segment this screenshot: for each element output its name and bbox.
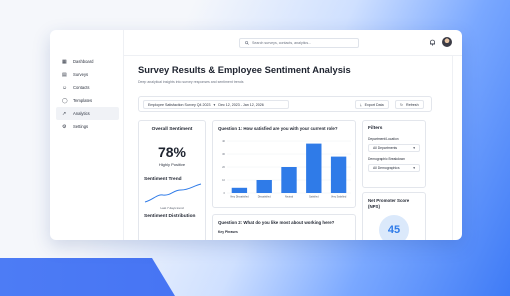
search-icon xyxy=(245,41,249,45)
chevron-down-icon: ▾ xyxy=(413,166,415,170)
survey-date-select[interactable]: Employee Satisfaction Survey Q4 2023 ▾ D… xyxy=(143,100,289,109)
search-input[interactable]: Search surveys, contacts, analytics... xyxy=(239,38,359,48)
x-tick-label: Very Satisfied xyxy=(331,196,347,199)
sentiment-label: Highly Positive xyxy=(158,162,186,167)
sidebar: ▦ Dashboard ▤ Surveys ☺ Contacts ◯ Templates ↗ An… xyxy=(50,30,124,240)
y-tick-label: 10 xyxy=(222,178,225,182)
y-tick-label: 30 xyxy=(222,152,225,156)
overall-sentiment-card: Overall Sentiment 78% Highly Positive Se… xyxy=(138,120,206,240)
question-1-bar-chart: 0 10 20 30 40 Very Dissatisfied Dissatisfied Ne… xyxy=(222,139,351,199)
main-area: Search surveys, contacts, analytics... S… xyxy=(124,30,462,240)
refresh-button[interactable]: ↻ Refresh xyxy=(395,100,424,109)
survey-name: Employee Satisfaction Survey Q4 2023 xyxy=(148,102,211,107)
demographic-value: All Demographics xyxy=(373,166,400,170)
nps-value: 45 xyxy=(387,224,401,236)
sidebar-item-label: Contacts xyxy=(73,85,90,90)
page-subtitle: Deep analytical insights into survey res… xyxy=(138,80,244,84)
question-2-title: Question 2: What do you like most about … xyxy=(218,220,335,225)
export-label: Export Data xyxy=(364,102,384,107)
sidebar-item-templates[interactable]: ◯ Templates xyxy=(56,94,119,107)
page-title: Survey Results & Employee Sentiment Anal… xyxy=(138,64,351,75)
sidebar-item-surveys[interactable]: ▤ Surveys xyxy=(56,68,119,81)
avatar[interactable] xyxy=(442,37,452,47)
y-tick-label: 40 xyxy=(222,139,225,143)
question-2-card: Question 2: What do you like most about … xyxy=(212,214,356,240)
y-tick-label: 0 xyxy=(224,191,226,195)
sidebar-item-dashboard[interactable]: ▦ Dashboard xyxy=(56,55,119,68)
dashboard-icon: ▦ xyxy=(62,58,67,65)
nps-card: Net Promoter Score (NPS) 45 xyxy=(362,192,426,240)
analytics-icon: ↗ xyxy=(62,110,67,117)
question-1-card: Question 1: How satisfied are you with y… xyxy=(212,120,356,208)
nps-title: Net Promoter Score (NPS) xyxy=(368,198,410,209)
y-tick-label: 20 xyxy=(222,165,225,169)
x-tick-label: Satisfied xyxy=(309,196,319,199)
x-tick-label: Dissatisfied xyxy=(258,196,271,199)
search-placeholder: Search surveys, contacts, analytics... xyxy=(252,41,312,45)
chevron-down-icon: ▾ xyxy=(413,146,415,150)
sidebar-item-analytics[interactable]: ↗ Analytics xyxy=(56,107,119,120)
sentiment-distribution-title: Sentiment Distribution xyxy=(144,214,196,219)
download-icon: ⤓ xyxy=(360,102,362,107)
chevron-down-icon: ▾ xyxy=(213,102,216,107)
department-label: Department/Location xyxy=(368,137,399,141)
clipboard-icon: ▤ xyxy=(62,71,67,78)
sidebar-item-label: Dashboard xyxy=(73,59,94,64)
bar[interactable] xyxy=(330,156,347,193)
sidebar-item-label: Settings xyxy=(73,124,89,129)
trend-caption: Last 7 days trend xyxy=(160,206,184,210)
date-range: Dec 12, 2023 - Jan 12, 2026 xyxy=(218,102,264,107)
export-data-button[interactable]: ⤓ Export Data xyxy=(355,100,389,109)
sidebar-item-label: Templates xyxy=(73,98,93,103)
right-panel-edge xyxy=(452,56,462,240)
sidebar-item-settings[interactable]: ⚙ Settings xyxy=(56,120,119,133)
filters-title: Filters xyxy=(368,126,383,131)
sidebar-item-contacts[interactable]: ☺ Contacts xyxy=(56,81,119,94)
department-value: All Departments xyxy=(373,146,398,150)
bar[interactable] xyxy=(256,180,272,193)
filter-bar: Employee Satisfaction Survey Q4 2023 ▾ D… xyxy=(138,96,432,112)
demographic-label: Demographic Breakdown xyxy=(368,157,406,161)
top-bar: Search surveys, contacts, analytics... xyxy=(124,30,462,56)
nps-ring: 45 xyxy=(379,215,409,240)
users-icon: ☺ xyxy=(62,84,68,91)
bar[interactable] xyxy=(306,143,322,193)
demographic-select[interactable]: All Demographics ▾ xyxy=(368,164,420,172)
sentiment-percent: 78% xyxy=(157,144,187,160)
x-tick-label: Very Dissatisfied xyxy=(230,196,249,199)
gear-icon: ⚙ xyxy=(62,123,67,130)
sentiment-trend-sparkline xyxy=(144,183,202,203)
refresh-label: Refresh xyxy=(406,102,419,107)
sidebar-item-label: Surveys xyxy=(73,72,89,77)
department-select[interactable]: All Departments ▾ xyxy=(368,144,420,152)
filters-card: Filters Department/Location All Departme… xyxy=(362,120,426,188)
x-tick-label: Neutral xyxy=(285,196,294,199)
refresh-icon: ↻ xyxy=(400,102,404,107)
bar[interactable] xyxy=(231,187,248,193)
bar[interactable] xyxy=(281,167,297,193)
sidebar-item-label: Analytics xyxy=(73,111,90,116)
app-window: ▦ Dashboard ▤ Surveys ☺ Contacts ◯ Templates ↗ An… xyxy=(50,30,462,240)
chat-icon: ◯ xyxy=(62,97,68,104)
key-phrases-label: Key Phrases xyxy=(218,230,238,234)
bell-icon[interactable] xyxy=(429,39,436,46)
overall-sentiment-title: Overall Sentiment xyxy=(151,127,193,132)
question-1-title: Question 1: How satisfied are you with y… xyxy=(218,126,338,131)
